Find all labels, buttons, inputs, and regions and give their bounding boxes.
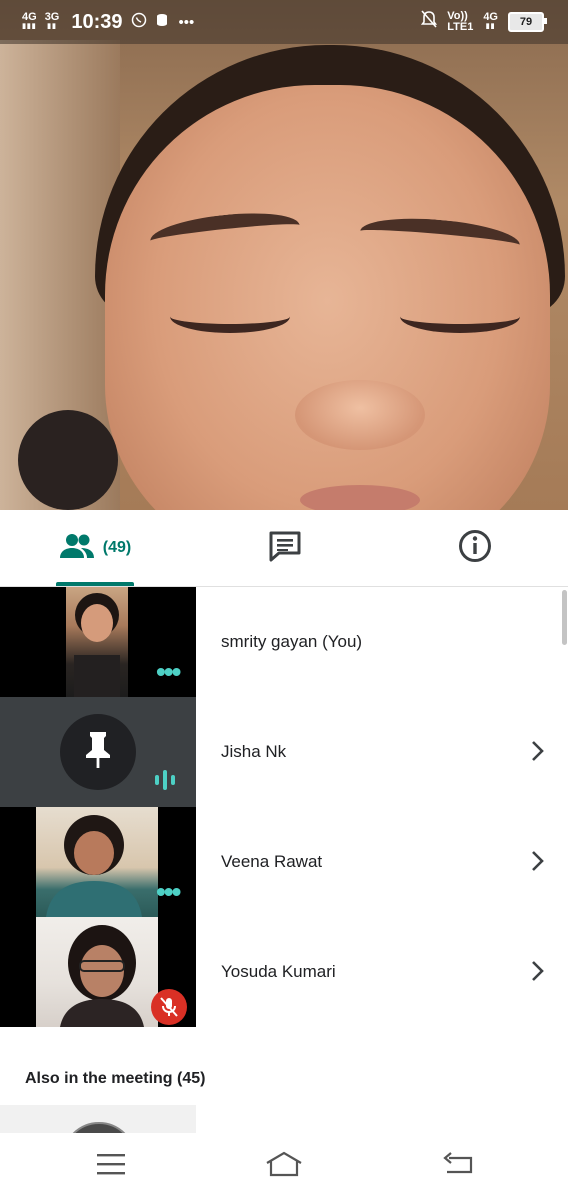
system-navigation-bar: [0, 1133, 568, 1200]
participant-name: Veena Rawat: [221, 852, 323, 871]
participant-row[interactable]: ••• smrity gayan (You): [0, 587, 568, 697]
participant-name: Yosuda Kumari: [221, 962, 336, 981]
participant-thumbnail: [66, 587, 128, 697]
tab-people[interactable]: (49): [40, 510, 150, 586]
signal-3g-indicator: 3G ▮▮: [44, 11, 60, 31]
participant-video-tile[interactable]: [0, 1105, 196, 1135]
info-icon: [458, 529, 492, 568]
silent-bell-icon: [421, 10, 438, 33]
participant-name: Jisha Nk: [221, 742, 287, 761]
more-options-icon[interactable]: •••: [156, 878, 181, 906]
participant-name: smrity gayan (You): [221, 632, 363, 651]
mic-off-icon: [151, 989, 187, 1025]
volte-indicator: Vo)) LTE1: [447, 9, 474, 33]
back-icon[interactable]: [441, 1151, 473, 1182]
more-options-icon[interactable]: •••: [156, 658, 181, 686]
more-notifications-icon: •••: [178, 13, 195, 31]
chevron-right-icon[interactable]: [530, 959, 544, 988]
pin-button[interactable]: [60, 714, 136, 790]
participant-video-tile[interactable]: •••: [0, 587, 196, 697]
main-video-feed[interactable]: [0, 0, 568, 510]
active-tab-indicator: [56, 582, 134, 586]
tab-chat[interactable]: [250, 510, 320, 586]
video-lips: [300, 485, 420, 510]
participant-video-tile[interactable]: •••: [0, 807, 196, 917]
people-count: (49): [102, 539, 132, 556]
battery-indicator: 79: [508, 11, 547, 32]
chevron-right-icon[interactable]: [530, 739, 544, 768]
tab-info[interactable]: [440, 510, 510, 586]
whatsapp-icon: [131, 12, 147, 32]
participant-row[interactable]: Yosuda Kumari: [0, 917, 568, 1027]
home-icon[interactable]: [265, 1151, 303, 1182]
video-dark-object: [18, 410, 118, 510]
participant-list: ••• smrity gayan (You) Jisha Nk ••• Veen…: [0, 587, 568, 1027]
video-face: [105, 85, 550, 510]
participant-video-tile[interactable]: [0, 697, 196, 807]
video-eye-right: [400, 300, 520, 333]
also-in-meeting-heading: Also in the meeting (45): [25, 1070, 206, 1087]
participant-thumbnail: [36, 917, 158, 1027]
menu-icon[interactable]: [96, 1151, 126, 1182]
participant-video-tile[interactable]: [0, 917, 196, 1027]
participant-thumbnail: [36, 807, 158, 917]
video-nose: [295, 380, 425, 450]
pin-icon: [82, 730, 114, 775]
status-bar: 4G ▮▮▮ 3G ▮▮ 10:39 ••• Vo)) LTE1 4G ▮▮ 79: [0, 0, 568, 44]
signal-4g-indicator-right: 4G ▮▮: [483, 10, 498, 30]
speaking-indicator-icon: [155, 770, 175, 790]
participant-row[interactable]: Jisha Nk: [0, 697, 568, 807]
participant-row[interactable]: ••• Veena Rawat: [0, 807, 568, 917]
people-icon: [59, 533, 95, 564]
database-icon: [155, 12, 171, 32]
clock: 10:39: [71, 10, 123, 33]
scrollbar[interactable]: [562, 590, 567, 645]
meeting-tabs: (49): [0, 510, 568, 587]
chevron-right-icon[interactable]: [530, 849, 544, 878]
signal-4g-indicator: 4G ▮▮▮: [22, 11, 37, 31]
chat-icon: [268, 530, 302, 567]
video-eye-left: [170, 300, 290, 333]
